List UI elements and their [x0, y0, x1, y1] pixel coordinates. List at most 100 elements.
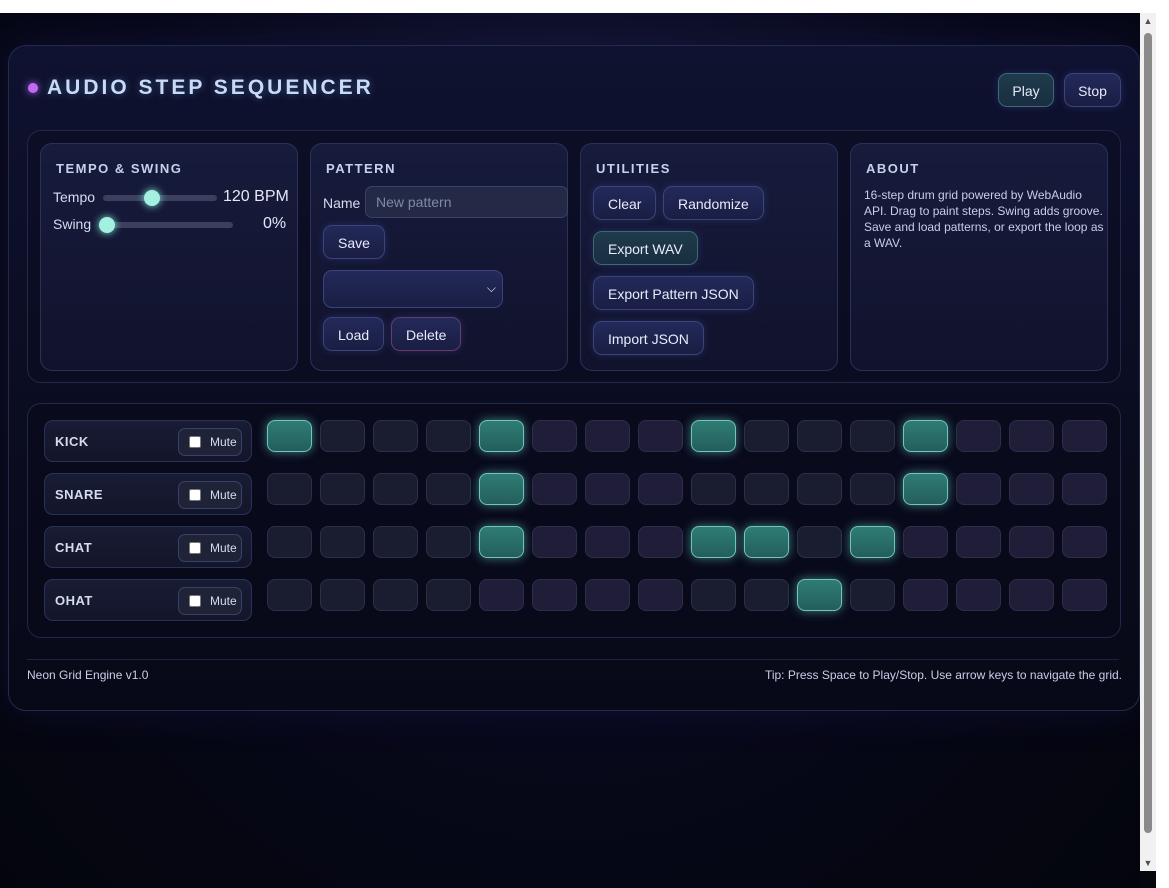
step-cell[interactable]: [903, 579, 948, 611]
step-cell[interactable]: [426, 579, 471, 611]
swing-slider[interactable]: [99, 217, 233, 233]
sequencer-app: AUDIO STEP SEQUENCER Play Stop TEMPO & S…: [8, 45, 1140, 711]
mute-toggle[interactable]: Mute: [178, 534, 242, 562]
page-scrollbar[interactable]: ▲ ▼: [1140, 13, 1156, 871]
step-cell[interactable]: [479, 526, 524, 558]
tempo-slider-thumb[interactable]: [144, 190, 161, 206]
step-cell[interactable]: [585, 579, 630, 611]
step-cell[interactable]: [691, 526, 736, 558]
step-cell[interactable]: [267, 473, 312, 505]
step-cell[interactable]: [426, 473, 471, 505]
step-cell[interactable]: [1009, 420, 1054, 452]
pattern-name-input[interactable]: New pattern: [365, 186, 568, 218]
export-pattern-json-button[interactable]: Export Pattern JSON: [593, 276, 754, 310]
randomize-button[interactable]: Randomize: [663, 186, 764, 220]
mute-toggle[interactable]: Mute: [178, 587, 242, 615]
tempo-slider[interactable]: [103, 190, 217, 206]
step-cell[interactable]: [850, 526, 895, 558]
step-cell[interactable]: [373, 473, 418, 505]
step-cell[interactable]: [903, 420, 948, 452]
browser-top-strip: [0, 0, 1169, 13]
step-cell[interactable]: [903, 473, 948, 505]
status-dot-icon: [28, 83, 38, 93]
step-cell[interactable]: [532, 473, 577, 505]
step-cell[interactable]: [956, 579, 1001, 611]
step-cell[interactable]: [1062, 526, 1107, 558]
swing-slider-thumb[interactable]: [99, 217, 115, 233]
step-cell[interactable]: [956, 473, 1001, 505]
step-cell[interactable]: [638, 579, 683, 611]
stop-button[interactable]: Stop: [1064, 73, 1121, 107]
track-name: CHAT: [55, 540, 93, 555]
step-cell[interactable]: [691, 420, 736, 452]
mute-checkbox[interactable]: [189, 489, 201, 501]
mute-toggle[interactable]: Mute: [178, 481, 242, 509]
scroll-down-arrow-icon[interactable]: ▼: [1140, 855, 1156, 871]
step-cell[interactable]: [1062, 420, 1107, 452]
step-cell[interactable]: [267, 420, 312, 452]
step-cell[interactable]: [373, 420, 418, 452]
step-cell[interactable]: [532, 420, 577, 452]
step-cell[interactable]: [744, 526, 789, 558]
step-cell[interactable]: [479, 473, 524, 505]
step-cell[interactable]: [850, 473, 895, 505]
step-cell[interactable]: [320, 526, 365, 558]
step-cell[interactable]: [797, 526, 842, 558]
step-cell[interactable]: [691, 473, 736, 505]
scrollbar-thumb[interactable]: [1144, 33, 1152, 833]
controls-section: TEMPO & SWING Tempo 120 BPM Swing 0% PAT…: [27, 130, 1121, 383]
step-cell[interactable]: [797, 579, 842, 611]
utilities-panel: UTILITIES Clear Randomize Export WAV Exp…: [580, 143, 838, 371]
save-button[interactable]: Save: [323, 225, 385, 259]
mute-checkbox[interactable]: [189, 542, 201, 554]
play-button[interactable]: Play: [998, 73, 1054, 107]
app-title: AUDIO STEP SEQUENCER: [47, 76, 374, 99]
mute-toggle[interactable]: Mute: [178, 428, 242, 456]
step-cell[interactable]: [1009, 526, 1054, 558]
step-cell[interactable]: [638, 420, 683, 452]
step-cell[interactable]: [426, 420, 471, 452]
step-cell[interactable]: [585, 420, 630, 452]
step-cell[interactable]: [532, 579, 577, 611]
step-cell[interactable]: [1009, 473, 1054, 505]
step-cell[interactable]: [956, 526, 1001, 558]
mute-checkbox[interactable]: [189, 595, 201, 607]
step-cell[interactable]: [903, 526, 948, 558]
import-json-button[interactable]: Import JSON: [593, 321, 704, 355]
step-cell[interactable]: [850, 579, 895, 611]
step-cell[interactable]: [585, 473, 630, 505]
step-cell[interactable]: [638, 526, 683, 558]
mute-checkbox[interactable]: [189, 436, 201, 448]
step-cell[interactable]: [479, 579, 524, 611]
step-cell[interactable]: [797, 473, 842, 505]
export-wav-button[interactable]: Export WAV: [593, 231, 698, 265]
step-cell[interactable]: [320, 579, 365, 611]
step-cell[interactable]: [267, 526, 312, 558]
scroll-up-arrow-icon[interactable]: ▲: [1140, 13, 1156, 29]
step-cell[interactable]: [479, 420, 524, 452]
step-cell[interactable]: [744, 473, 789, 505]
step-cell[interactable]: [1062, 579, 1107, 611]
pattern-select[interactable]: ⌵: [323, 270, 503, 308]
step-cell[interactable]: [850, 420, 895, 452]
step-cell[interactable]: [744, 420, 789, 452]
step-cell[interactable]: [691, 579, 736, 611]
step-cell[interactable]: [267, 579, 312, 611]
step-cell[interactable]: [426, 526, 471, 558]
load-button[interactable]: Load: [323, 317, 385, 351]
step-cell[interactable]: [373, 526, 418, 558]
step-cell[interactable]: [797, 420, 842, 452]
clear-button[interactable]: Clear: [593, 186, 657, 220]
delete-button[interactable]: Delete: [391, 317, 462, 351]
step-cell[interactable]: [1062, 473, 1107, 505]
mute-label: Mute: [210, 594, 237, 608]
step-cell[interactable]: [956, 420, 1001, 452]
step-cell[interactable]: [744, 579, 789, 611]
step-cell[interactable]: [320, 473, 365, 505]
step-cell[interactable]: [585, 526, 630, 558]
step-cell[interactable]: [373, 579, 418, 611]
step-cell[interactable]: [638, 473, 683, 505]
step-cell[interactable]: [320, 420, 365, 452]
step-cell[interactable]: [1009, 579, 1054, 611]
step-cell[interactable]: [532, 526, 577, 558]
